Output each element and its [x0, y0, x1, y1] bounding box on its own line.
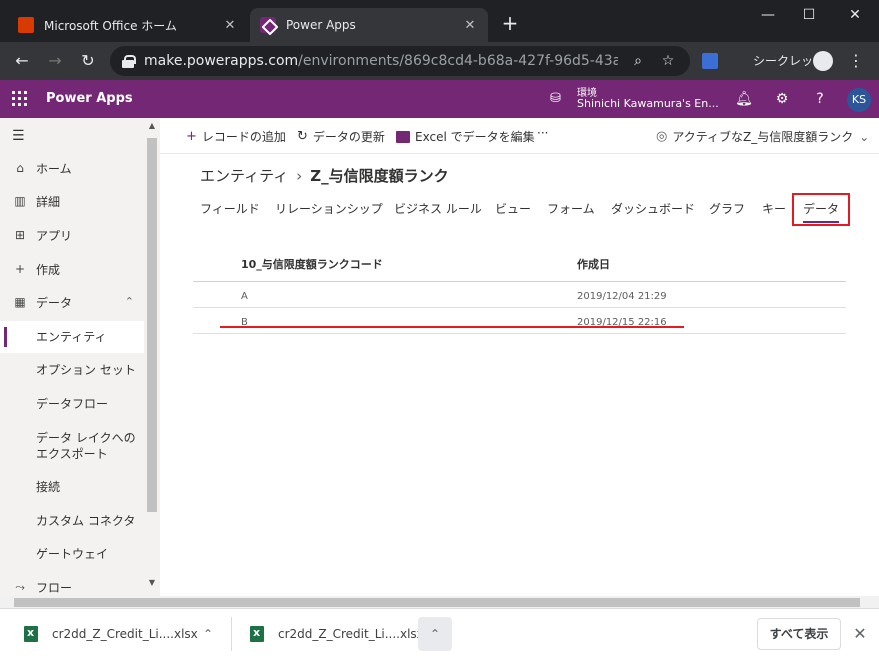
tab-title: Power Apps — [286, 18, 356, 32]
hamburger-icon[interactable]: ☰ — [12, 128, 28, 144]
incognito-icon[interactable] — [813, 51, 833, 71]
download-filename: cr2dd_Z_Credit_Li....xlsx — [278, 627, 424, 641]
forward-button[interactable]: → — [43, 49, 67, 73]
url-field[interactable]: make.powerapps.com/environments/869c8cd4… — [110, 46, 690, 76]
scroll-down-arrow-icon[interactable]: ▼ — [145, 578, 159, 587]
cell-created-on: 2019/12/04 21:29 — [577, 291, 667, 302]
download-item[interactable]: cr2dd_Z_Credit_Li....xlsx — [24, 617, 198, 651]
highlight-underline-annotation — [220, 326, 684, 328]
sidebar-item-apps[interactable]: ⊞ アプリ — [0, 228, 144, 244]
tab-charts[interactable]: グラフ — [709, 200, 745, 217]
add-record-button[interactable]: + レコードの追加 — [186, 128, 286, 145]
cell-rank-code: A — [241, 291, 248, 302]
sidebar-item-flows[interactable]: ⤳ フロー — [0, 580, 144, 596]
browser-tab-office[interactable]: Microsoft Office ホーム ✕ — [8, 8, 248, 42]
environment-name[interactable]: Shinichi Kawamura's En... — [577, 97, 719, 110]
sidebar-item-option-sets[interactable]: オプション セット — [0, 362, 144, 378]
chevron-right-icon: › — [296, 167, 303, 185]
plus-icon: + — [14, 262, 26, 276]
book-icon: ▥ — [14, 194, 26, 208]
view-selector[interactable]: ◎ アクティブなZ_与信限度額ランク ⌄ — [656, 128, 869, 145]
tab-business-rules[interactable]: ビジネス ルール — [394, 200, 482, 217]
excel-file-icon — [250, 626, 264, 642]
sidebar-item-connections[interactable]: 接続 — [0, 479, 144, 495]
maximize-button[interactable]: ☐ — [789, 4, 829, 26]
excel-file-icon — [24, 626, 38, 642]
chevron-up-icon[interactable]: ⌃ — [191, 617, 225, 651]
avatar[interactable]: KS — [847, 88, 871, 112]
sidebar-item-learn[interactable]: ▥ 詳細 — [0, 194, 144, 210]
zoom-icon[interactable]: ⌕ — [628, 53, 648, 69]
office-favicon-icon — [18, 17, 34, 33]
sidebar-scroll-thumb[interactable] — [147, 138, 157, 512]
new-tab-button[interactable]: + — [498, 12, 522, 36]
app-header: Power Apps ⛁ 環境 Shinichi Kawamura's En..… — [0, 80, 879, 118]
app-name[interactable]: Power Apps — [46, 91, 133, 106]
home-icon: ⌂ — [16, 161, 24, 175]
show-all-downloads-button[interactable]: すべて表示 — [757, 618, 841, 650]
table-icon: ▦ — [14, 295, 26, 309]
address-bar-row: ← → ↻ make.powerapps.com/environments/86… — [0, 42, 879, 80]
sidebar-item-data[interactable]: ▦ データ ⌃ — [0, 295, 144, 311]
flow-icon: ⤳ — [15, 580, 25, 594]
edit-in-excel-button[interactable]: Excel でデータを編集 — [396, 128, 535, 145]
browser-menu-icon[interactable]: ⋮ — [846, 51, 866, 70]
gear-icon[interactable]: ⚙ — [772, 89, 792, 109]
window-close-button[interactable]: ✕ — [835, 4, 875, 26]
eye-icon: ◎ — [656, 129, 668, 144]
star-icon[interactable]: ☆ — [658, 53, 678, 69]
table-row[interactable]: A 2019/12/04 21:29 — [193, 282, 846, 308]
powerapps-favicon-icon — [260, 17, 276, 33]
breadcrumb: エンティティ › Z_与信限度額ランク — [200, 165, 449, 186]
chevron-down-icon: ⌄ — [859, 129, 870, 144]
sidebar-item-create[interactable]: + 作成 — [0, 262, 144, 278]
refresh-icon: ↻ — [297, 129, 308, 144]
notification-bell-icon[interactable]: 🔔︎ — [734, 89, 754, 109]
apps-icon: ⊞ — [14, 228, 26, 242]
breadcrumb-entities-link[interactable]: エンティティ — [200, 167, 288, 185]
tab-dashboards[interactable]: ダッシュボード — [611, 200, 695, 217]
refresh-data-button[interactable]: ↻ データの更新 — [297, 128, 385, 145]
tab-forms[interactable]: フォーム — [547, 200, 595, 217]
column-header-created-on[interactable]: 作成日 — [577, 256, 610, 272]
minimize-button[interactable]: — — [748, 4, 788, 26]
chevron-up-icon[interactable]: ⌃ — [418, 617, 452, 651]
extension-icon[interactable] — [702, 53, 718, 69]
chevron-up-icon: ⌃ — [124, 295, 134, 308]
sidebar-item-dataflows[interactable]: データフロー — [0, 396, 144, 412]
lock-icon — [122, 55, 136, 68]
sidebar-item-custom-connectors[interactable]: カスタム コネクタ — [0, 513, 144, 529]
sidebar-item-entities[interactable]: エンティティ — [0, 321, 144, 353]
environment-icon: ⛁ — [550, 91, 561, 106]
sidebar-item-export-to-data-lake[interactable]: データ レイクへのエクスポート — [0, 430, 144, 462]
table-row[interactable]: B 2019/12/15 22:16 — [193, 308, 846, 334]
help-icon[interactable]: ? — [810, 89, 830, 109]
scroll-up-arrow-icon[interactable]: ▲ — [145, 121, 159, 130]
app-launcher-icon[interactable] — [12, 91, 28, 107]
tab-relationships[interactable]: リレーションシップ — [275, 200, 383, 217]
url-text: make.powerapps.com/environments/869c8cd4… — [144, 53, 618, 69]
column-header-rank-code[interactable]: 10_与信限度額ランクコード — [241, 256, 383, 272]
sidebar-item-gateways[interactable]: ゲートウェイ — [0, 546, 144, 562]
page-title: Z_与信限度額ランク — [310, 167, 449, 185]
back-button[interactable]: ← — [10, 49, 34, 73]
download-filename: cr2dd_Z_Credit_Li....xlsx — [52, 627, 198, 641]
more-commands-button[interactable]: ··· — [537, 126, 548, 140]
browser-tab-powerapps[interactable]: Power Apps ✕ — [250, 8, 488, 42]
plus-icon: + — [186, 129, 197, 144]
close-icon[interactable]: ✕ — [850, 624, 870, 643]
download-separator — [231, 617, 232, 651]
tab-fields[interactable]: フィールド — [200, 200, 260, 217]
download-item[interactable]: cr2dd_Z_Credit_Li....xlsx — [250, 617, 424, 651]
horizontal-scroll-thumb[interactable] — [14, 598, 860, 607]
tab-keys[interactable]: キー — [762, 200, 786, 217]
sidebar-item-home[interactable]: ⌂ ホーム — [0, 161, 144, 177]
highlight-annotation-box — [792, 193, 850, 226]
close-icon[interactable]: ✕ — [462, 18, 478, 33]
excel-icon — [396, 130, 410, 143]
tab-title: Microsoft Office ホーム — [44, 18, 177, 33]
close-icon[interactable]: ✕ — [222, 18, 238, 33]
reload-button[interactable]: ↻ — [76, 49, 100, 73]
tab-views[interactable]: ビュー — [495, 200, 531, 217]
